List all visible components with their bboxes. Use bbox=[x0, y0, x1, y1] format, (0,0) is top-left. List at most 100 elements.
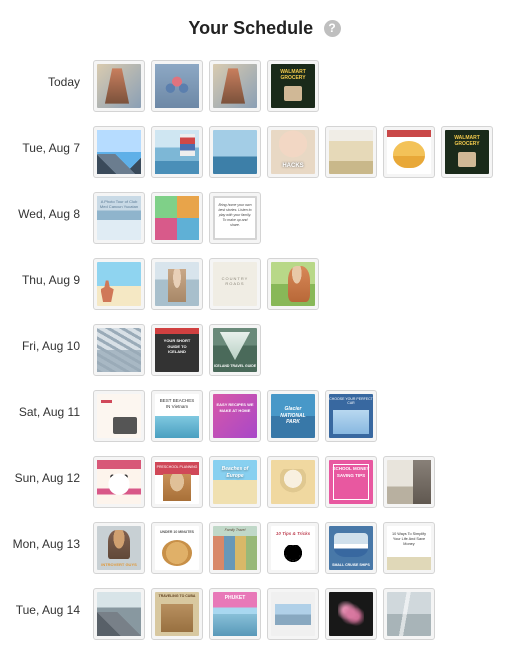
scheduled-post-thumb[interactable] bbox=[209, 126, 261, 178]
thumb-image bbox=[97, 262, 141, 306]
thumb-image bbox=[213, 328, 257, 372]
day-thumbs bbox=[90, 519, 529, 577]
thumb-image bbox=[387, 130, 431, 174]
day-thumbs bbox=[90, 585, 529, 643]
day-thumbs bbox=[90, 189, 529, 247]
scheduled-post-thumb[interactable] bbox=[267, 588, 319, 640]
thumb-image bbox=[329, 526, 373, 570]
thumb-image bbox=[97, 394, 141, 438]
scheduled-post-thumb[interactable] bbox=[151, 60, 203, 112]
scheduled-post-thumb[interactable] bbox=[93, 126, 145, 178]
schedule-scroll[interactable]: Your Schedule ? Today Tue, Aug 7 Wed, Aug … bbox=[0, 0, 529, 645]
thumb-image bbox=[97, 130, 141, 174]
scheduled-post-thumb[interactable] bbox=[209, 588, 261, 640]
scheduled-post-thumb[interactable] bbox=[383, 588, 435, 640]
scheduled-post-thumb[interactable] bbox=[209, 522, 261, 574]
thumb-image bbox=[213, 130, 257, 174]
thumb-image bbox=[445, 130, 489, 174]
scheduled-post-thumb[interactable] bbox=[151, 522, 203, 574]
scheduled-post-thumb[interactable] bbox=[151, 126, 203, 178]
day-label: Fri, Aug 10 bbox=[0, 321, 90, 353]
day-thumbs bbox=[90, 57, 529, 115]
scheduled-post-thumb[interactable] bbox=[267, 126, 319, 178]
scheduled-post-thumb[interactable] bbox=[93, 390, 145, 442]
thumb-image bbox=[329, 130, 373, 174]
scheduled-post-thumb[interactable] bbox=[151, 390, 203, 442]
thumb-image bbox=[329, 394, 373, 438]
thumb-image bbox=[271, 460, 315, 504]
scheduled-post-thumb[interactable] bbox=[93, 258, 145, 310]
schedule-header: Your Schedule ? bbox=[0, 0, 529, 53]
day-label: Sun, Aug 12 bbox=[0, 453, 90, 485]
scheduled-post-thumb[interactable] bbox=[267, 60, 319, 112]
day-label: Thu, Aug 9 bbox=[0, 255, 90, 287]
thumb-image bbox=[213, 592, 257, 636]
thumb-image bbox=[97, 328, 141, 372]
scheduled-post-thumb[interactable] bbox=[209, 192, 261, 244]
scheduled-post-thumb[interactable] bbox=[325, 390, 377, 442]
thumb-image bbox=[97, 526, 141, 570]
scheduled-post-thumb[interactable] bbox=[93, 60, 145, 112]
scheduled-post-thumb[interactable] bbox=[151, 192, 203, 244]
scheduled-post-thumb[interactable] bbox=[151, 324, 203, 376]
scheduled-post-thumb[interactable] bbox=[325, 456, 377, 508]
scheduled-post-thumb[interactable] bbox=[209, 258, 261, 310]
schedule-row: Thu, Aug 9 bbox=[0, 251, 529, 317]
day-label: Tue, Aug 7 bbox=[0, 123, 90, 155]
thumb-image bbox=[387, 592, 431, 636]
thumb-image bbox=[271, 130, 315, 174]
scheduled-post-thumb[interactable] bbox=[267, 522, 319, 574]
thumb-image bbox=[213, 64, 257, 108]
scheduled-post-thumb[interactable] bbox=[151, 456, 203, 508]
scheduled-post-thumb[interactable] bbox=[267, 258, 319, 310]
day-label: Sat, Aug 11 bbox=[0, 387, 90, 419]
thumb-image bbox=[271, 262, 315, 306]
day-thumbs bbox=[90, 255, 529, 313]
thumb-image bbox=[387, 526, 431, 570]
scheduled-post-thumb[interactable] bbox=[383, 126, 435, 178]
thumb-image bbox=[97, 592, 141, 636]
scheduled-post-thumb[interactable] bbox=[267, 390, 319, 442]
thumb-image bbox=[155, 196, 199, 240]
schedule-rows: Today Tue, Aug 7 Wed, Aug 8 Thu, Aug 9 Fri, … bbox=[0, 53, 529, 645]
scheduled-post-thumb[interactable] bbox=[93, 588, 145, 640]
schedule-row: Sun, Aug 12 bbox=[0, 449, 529, 515]
day-thumbs bbox=[90, 453, 529, 511]
schedule-row: Wed, Aug 8 bbox=[0, 185, 529, 251]
thumb-image bbox=[213, 262, 257, 306]
scheduled-post-thumb[interactable] bbox=[209, 324, 261, 376]
scheduled-post-thumb[interactable] bbox=[151, 258, 203, 310]
thumb-image bbox=[387, 460, 431, 504]
scheduled-post-thumb[interactable] bbox=[151, 588, 203, 640]
scheduled-post-thumb[interactable] bbox=[93, 522, 145, 574]
thumb-image bbox=[155, 394, 199, 438]
thumb-image bbox=[213, 526, 257, 570]
scheduled-post-thumb[interactable] bbox=[267, 456, 319, 508]
thumb-image bbox=[155, 592, 199, 636]
thumb-image bbox=[271, 526, 315, 570]
day-label: Mon, Aug 13 bbox=[0, 519, 90, 551]
scheduled-post-thumb[interactable] bbox=[383, 456, 435, 508]
thumb-image bbox=[271, 592, 315, 636]
scheduled-post-thumb[interactable] bbox=[441, 126, 493, 178]
scheduled-post-thumb[interactable] bbox=[383, 522, 435, 574]
schedule-row: Today bbox=[0, 53, 529, 119]
scheduled-post-thumb[interactable] bbox=[325, 126, 377, 178]
thumb-image bbox=[271, 64, 315, 108]
thumb-image bbox=[97, 64, 141, 108]
day-label: Wed, Aug 8 bbox=[0, 189, 90, 221]
thumb-image bbox=[155, 64, 199, 108]
scheduled-post-thumb[interactable] bbox=[325, 522, 377, 574]
scheduled-post-thumb[interactable] bbox=[209, 60, 261, 112]
scheduled-post-thumb[interactable] bbox=[93, 456, 145, 508]
thumb-image bbox=[97, 460, 141, 504]
schedule-row: Tue, Aug 14 bbox=[0, 581, 529, 645]
scheduled-post-thumb[interactable] bbox=[325, 588, 377, 640]
help-icon[interactable]: ? bbox=[324, 20, 341, 37]
scheduled-post-thumb[interactable] bbox=[209, 390, 261, 442]
scheduled-post-thumb[interactable] bbox=[93, 192, 145, 244]
schedule-row: Tue, Aug 7 bbox=[0, 119, 529, 185]
scheduled-post-thumb[interactable] bbox=[93, 324, 145, 376]
schedule-row: Mon, Aug 13 bbox=[0, 515, 529, 581]
scheduled-post-thumb[interactable] bbox=[209, 456, 261, 508]
